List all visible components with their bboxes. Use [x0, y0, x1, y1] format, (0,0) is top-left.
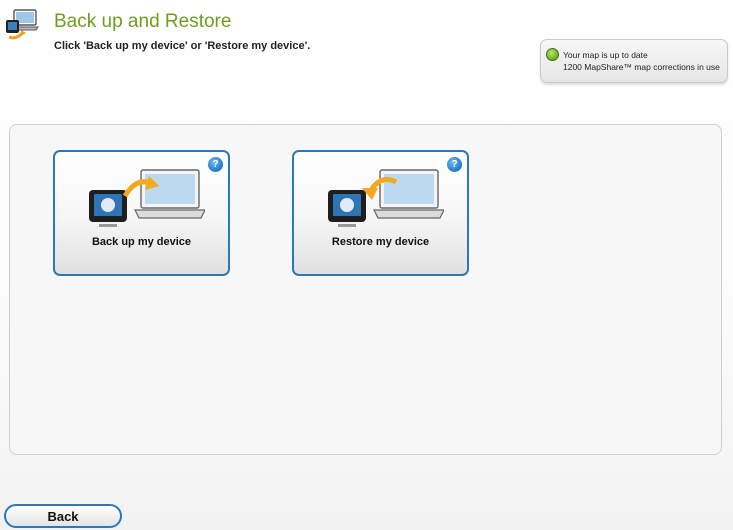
map-status-box: Your map is up to date 1200 MapShare™ ma…: [540, 39, 728, 83]
backup-device-label: Back up my device: [91, 236, 192, 248]
restore-device-label: Restore my device: [331, 236, 430, 248]
page-title: Back up and Restore: [54, 11, 232, 32]
device-to-laptop-icon: [89, 169, 205, 227]
page: Back up and Restore Click 'Back up my de…: [0, 0, 733, 530]
back-button[interactable]: Back: [4, 504, 122, 528]
backup-restore-icon: [6, 9, 39, 40]
help-icon[interactable]: ?: [447, 157, 462, 172]
status-ok-icon: [546, 48, 559, 61]
map-status-text: Your map is up to date: [563, 50, 648, 60]
restore-device-tile[interactable]: ? Restore my device: [292, 150, 469, 276]
backup-device-tile[interactable]: ? Back up my device: [53, 150, 230, 276]
help-icon[interactable]: ?: [208, 157, 223, 172]
page-subtitle: Click 'Back up my device' or 'Restore my…: [54, 40, 311, 52]
laptop-to-device-icon: [328, 169, 444, 227]
mapshare-status-text: 1200 MapShare™ map corrections in use: [563, 62, 720, 72]
